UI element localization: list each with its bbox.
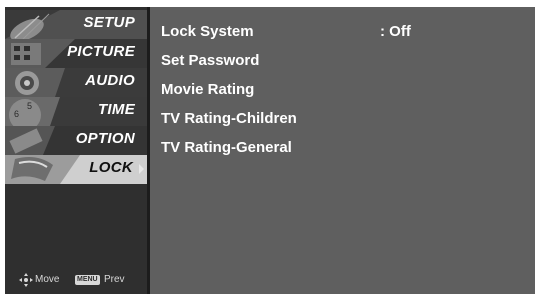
menu-item-label: OPTION bbox=[75, 130, 135, 147]
menu-item-setup[interactable]: SETUP bbox=[5, 10, 147, 39]
menu-item-label: AUDIO bbox=[85, 72, 135, 89]
active-item-arrow-icon bbox=[139, 164, 144, 174]
option-label: Movie Rating bbox=[161, 81, 255, 98]
menu-item-label: SETUP bbox=[83, 14, 135, 31]
option-lock-system[interactable]: Lock System : Off bbox=[161, 23, 411, 40]
option-label: Set Password bbox=[161, 52, 260, 69]
move-hint-label: Move bbox=[35, 274, 60, 285]
tv-osd-screen: SETUP PICTURE AUDIO 6 5 TIME OPTION LOCK… bbox=[5, 7, 535, 294]
option-label: Lock System bbox=[161, 23, 254, 40]
svg-text:5: 5 bbox=[27, 101, 32, 111]
menu-item-label: TIME bbox=[97, 101, 135, 118]
option-tv-rating-general[interactable]: TV Rating-General bbox=[161, 139, 292, 156]
navigation-hint-footer: Move MENU Prev bbox=[5, 272, 147, 288]
option-tv-rating-children[interactable]: TV Rating-Children bbox=[161, 110, 297, 127]
prev-hint-label: Prev bbox=[104, 274, 125, 285]
option-label: TV Rating-General bbox=[161, 139, 292, 156]
menu-item-time[interactable]: 6 5 TIME bbox=[5, 97, 147, 126]
option-label: TV Rating-Children bbox=[161, 110, 297, 127]
menu-item-picture[interactable]: PICTURE bbox=[5, 39, 147, 68]
menu-item-lock[interactable]: LOCK bbox=[5, 155, 147, 184]
move-arrows-icon bbox=[19, 273, 33, 287]
menu-item-option[interactable]: OPTION bbox=[5, 126, 147, 155]
option-movie-rating[interactable]: Movie Rating bbox=[161, 81, 254, 98]
menu-key-badge: MENU bbox=[75, 275, 100, 285]
menu-item-label: LOCK bbox=[89, 159, 133, 176]
lock-system-value: : Off bbox=[380, 23, 411, 40]
main-menu-sidebar: SETUP PICTURE AUDIO 6 5 TIME OPTION LOCK… bbox=[5, 7, 150, 294]
menu-item-audio[interactable]: AUDIO bbox=[5, 68, 147, 97]
menu-item-label: PICTURE bbox=[67, 43, 135, 60]
option-set-password[interactable]: Set Password bbox=[161, 52, 259, 69]
svg-text:6: 6 bbox=[14, 109, 19, 119]
